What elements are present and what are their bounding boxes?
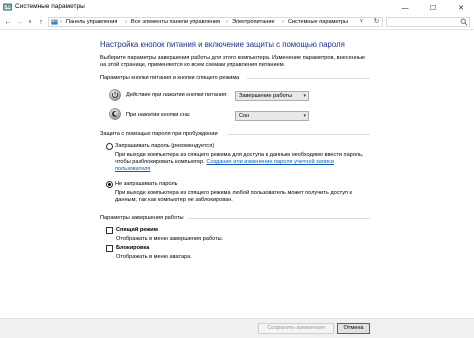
- power-button-action-value: Завершение работы: [239, 93, 293, 99]
- toolbar-divider: [0, 29, 474, 30]
- up-arrow-icon[interactable]: ↑: [36, 17, 46, 27]
- save-changes-button[interactable]: Сохранить изменения: [258, 323, 334, 334]
- no-password-radio[interactable]: [106, 181, 113, 188]
- close-button[interactable]: ✕: [448, 0, 474, 16]
- lock-description: Отображать в меню аватара.: [116, 254, 192, 260]
- power-buttons-heading: Параметры кнопки питания и кнопки спящег…: [100, 75, 240, 81]
- shutdown-settings-heading: Параметры завершения работы: [100, 215, 184, 221]
- footer-bar: Сохранить изменения Отмена: [0, 318, 474, 338]
- refresh-icon[interactable]: ↻: [372, 17, 381, 26]
- minimize-icon: —: [401, 4, 409, 12]
- power-button-icon: [109, 89, 121, 101]
- back-arrow-icon[interactable]: ←: [3, 17, 13, 27]
- sleep-button-icon: [109, 108, 121, 120]
- recent-locations-icon[interactable]: ∨: [25, 17, 35, 27]
- no-password-description: При выходе компьютера из спящего режима …: [115, 190, 352, 203]
- title-bar: Системные параметры — ☐ ✕: [0, 0, 474, 16]
- sleep-button-action-value: Сон: [239, 113, 250, 119]
- maximize-button[interactable]: ☐: [420, 0, 446, 16]
- breadcrumb-all-items[interactable]: Все элементы панели управления: [131, 19, 220, 25]
- control-panel-icon: [51, 19, 58, 25]
- breadcrumb-separator: ›: [226, 19, 228, 25]
- password-protection-heading: Защита с помощью пароля при пробуждении: [100, 131, 218, 137]
- search-input[interactable]: [386, 17, 470, 27]
- maximize-icon: ☐: [429, 5, 437, 12]
- breadcrumb-control-panel[interactable]: Панель управления: [66, 19, 117, 25]
- section-divider: [188, 218, 370, 219]
- power-button-action-select[interactable]: Завершение работы ▾: [235, 91, 309, 101]
- require-password-description: При выходе компьютера из спящего режима …: [115, 152, 370, 173]
- control-panel-icon: [3, 3, 12, 11]
- close-icon: ✕: [458, 5, 464, 12]
- section-divider: [228, 134, 370, 135]
- forward-arrow-icon[interactable]: →: [14, 17, 24, 27]
- window-title: Системные параметры: [15, 3, 85, 10]
- require-password-label[interactable]: Запрашивать пароль (рекомендуется): [115, 143, 214, 149]
- sleep-mode-description: Отображать в меню завершения работы.: [116, 236, 224, 242]
- chevron-down-icon: ▾: [303, 113, 306, 119]
- lock-label[interactable]: Блокировка: [116, 245, 149, 251]
- breadcrumb-separator: ›: [60, 19, 62, 25]
- search-icon: [460, 18, 468, 26]
- sleep-button-action-select[interactable]: Сон ▾: [235, 111, 309, 121]
- minimize-button[interactable]: —: [392, 0, 418, 16]
- page-title: Настройка кнопок питания и включение защ…: [100, 40, 345, 49]
- section-divider: [247, 78, 370, 79]
- lock-checkbox[interactable]: [106, 245, 113, 252]
- power-button-action-label: Действие при нажатии кнопки питания:: [126, 92, 228, 98]
- breadcrumb-separator: ›: [125, 19, 127, 25]
- breadcrumb-power-options[interactable]: Электропитание: [232, 19, 275, 25]
- breadcrumb-separator: ›: [282, 19, 284, 25]
- sleep-button-action-label: При нажатии кнопки сна:: [126, 112, 191, 118]
- no-password-label[interactable]: Не запрашивать пароль: [115, 181, 178, 187]
- cancel-button[interactable]: Отмена: [337, 323, 370, 334]
- sleep-mode-label[interactable]: Спящий режим: [116, 227, 158, 233]
- address-bar[interactable]: › Панель управления › Все элементы панел…: [48, 17, 383, 27]
- sleep-mode-checkbox[interactable]: [106, 227, 113, 234]
- breadcrumb-system-settings[interactable]: Системные параметры: [288, 19, 348, 25]
- chevron-down-icon: ▾: [303, 93, 306, 99]
- navigation-bar: ← → ∨ ↑ › Панель управления › Все элемен…: [0, 16, 474, 28]
- page-intro: Выберите параметры завершения работы для…: [100, 55, 365, 68]
- address-history-icon[interactable]: ∨: [357, 17, 366, 26]
- require-password-radio[interactable]: [106, 143, 113, 150]
